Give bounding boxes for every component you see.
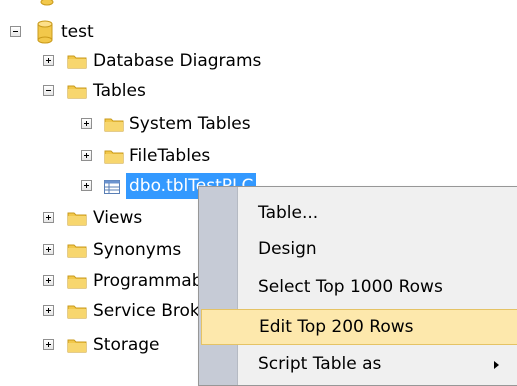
folder-icon bbox=[67, 210, 87, 226]
submenu-arrow-icon bbox=[494, 361, 499, 369]
menu-item-script-table-as[interactable]: Script Table as bbox=[201, 347, 517, 383]
tree-node-label: Database Diagrams bbox=[93, 51, 262, 71]
tree-node-tables[interactable]: Tables bbox=[0, 78, 517, 104]
folder-icon bbox=[104, 148, 124, 164]
menu-item-edit-top-200[interactable]: Edit Top 200 Rows bbox=[201, 309, 517, 345]
tree-node-label: Synonyms bbox=[93, 240, 182, 260]
expand-icon[interactable] bbox=[81, 118, 92, 129]
tree-node-label: Storage bbox=[93, 335, 160, 355]
expand-icon[interactable] bbox=[43, 212, 54, 223]
expand-icon[interactable] bbox=[43, 339, 54, 350]
folder-icon bbox=[67, 83, 87, 99]
context-menu: Table... Design Select Top 1000 Rows Edi… bbox=[198, 186, 517, 386]
tree-node-label: test bbox=[61, 22, 94, 42]
folder-icon bbox=[67, 53, 87, 69]
folder-icon bbox=[67, 242, 87, 258]
database-icon bbox=[37, 20, 53, 44]
tree-node-database-diagrams[interactable]: Database Diagrams bbox=[0, 48, 517, 74]
database-icon-partial bbox=[40, 0, 54, 6]
tree-node-database[interactable]: test bbox=[0, 19, 517, 45]
folder-icon bbox=[67, 303, 87, 319]
expand-icon[interactable] bbox=[43, 55, 54, 66]
folder-icon bbox=[67, 337, 87, 353]
menu-item-label: Script Table as bbox=[258, 354, 382, 374]
tree-node-label: Tables bbox=[93, 81, 146, 101]
menu-item-design[interactable]: Design bbox=[201, 232, 517, 268]
expand-icon[interactable] bbox=[81, 180, 92, 191]
folder-icon bbox=[67, 273, 87, 289]
collapse-icon[interactable] bbox=[10, 26, 21, 37]
menu-item-label: Table... bbox=[258, 203, 319, 223]
expand-icon[interactable] bbox=[43, 275, 54, 286]
tree-node-label: Views bbox=[93, 208, 143, 228]
menu-item-select-top-1000[interactable]: Select Top 1000 Rows bbox=[201, 270, 517, 306]
expand-icon[interactable] bbox=[43, 244, 54, 255]
folder-icon bbox=[104, 116, 124, 132]
menu-item-label: Edit Top 200 Rows bbox=[259, 317, 414, 337]
expand-icon[interactable] bbox=[81, 150, 92, 161]
menu-item-table[interactable]: Table... bbox=[201, 196, 517, 232]
menu-item-label: Design bbox=[258, 239, 317, 259]
expand-icon[interactable] bbox=[43, 305, 54, 316]
menu-item-label: Select Top 1000 Rows bbox=[258, 277, 443, 297]
tree-node-system-tables[interactable]: System Tables bbox=[0, 111, 517, 137]
collapse-icon[interactable] bbox=[43, 85, 54, 96]
tree-node-filetables[interactable]: FileTables bbox=[0, 143, 517, 169]
tree-node-label: System Tables bbox=[129, 114, 251, 134]
tree-node-label: FileTables bbox=[129, 146, 211, 166]
table-icon bbox=[104, 179, 120, 194]
